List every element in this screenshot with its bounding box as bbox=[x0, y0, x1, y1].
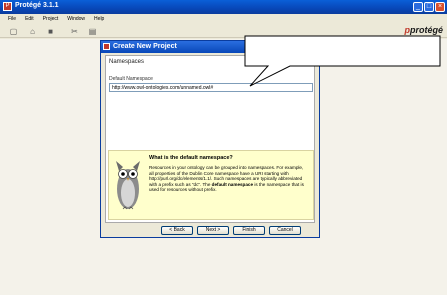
namespace-label: Default Namespace bbox=[109, 76, 153, 82]
menu-bar: File Edit Project Window Help bbox=[0, 14, 447, 24]
toolbar: ▢ ⌂ ■ ✂ ▤ bbox=[0, 24, 447, 38]
new-project-icon[interactable]: ▢ bbox=[9, 27, 18, 36]
help-bold-term: default namespace bbox=[211, 181, 254, 187]
protege-app-icon[interactable]: P bbox=[3, 2, 12, 11]
menu-help[interactable]: Help bbox=[94, 14, 104, 24]
app-titlebar: P Protégé 3.1.1 _ □ × bbox=[0, 0, 447, 14]
help-title: What is the default namespace? bbox=[149, 155, 233, 161]
create-project-dialog: Create New Project Namespaces Default Na… bbox=[100, 40, 320, 238]
dialog-buttons: < Back Next > Finish Cancel bbox=[161, 226, 301, 235]
close-button[interactable]: × bbox=[435, 2, 445, 12]
open-project-icon[interactable]: ⌂ bbox=[28, 27, 37, 36]
dialog-body: Namespaces Default Namespace What is the… bbox=[105, 55, 315, 223]
save-icon[interactable]: ■ bbox=[46, 27, 55, 36]
owl-icon bbox=[116, 161, 140, 210]
window-controls: _ □ × bbox=[413, 2, 445, 12]
window-title: Protégé 3.1.1 bbox=[15, 2, 59, 9]
cut-icon[interactable]: ✂ bbox=[70, 27, 79, 36]
help-text: Resources in your ontology can be groupe… bbox=[149, 165, 304, 193]
finish-button[interactable]: Finish bbox=[233, 226, 265, 235]
copy-icon[interactable]: ▤ bbox=[88, 27, 97, 36]
section-title: Namespaces bbox=[109, 59, 145, 65]
cancel-button[interactable]: Cancel bbox=[269, 226, 301, 235]
help-panel: What is the default namespace? Resources… bbox=[108, 150, 314, 220]
namespace-input[interactable] bbox=[109, 83, 313, 92]
maximize-button[interactable]: □ bbox=[424, 2, 434, 12]
menu-project[interactable]: Project bbox=[43, 14, 59, 24]
menu-window[interactable]: Window bbox=[67, 14, 85, 24]
minimize-button[interactable]: _ bbox=[413, 2, 423, 12]
next-button[interactable]: Next > bbox=[197, 226, 229, 235]
protege-logo: pprotégé bbox=[404, 25, 443, 35]
dialog-icon bbox=[103, 43, 110, 50]
dialog-title: Create New Project bbox=[113, 43, 177, 50]
back-button[interactable]: < Back bbox=[161, 226, 193, 235]
menu-edit[interactable]: Edit bbox=[25, 14, 34, 24]
menu-file[interactable]: File bbox=[8, 14, 16, 24]
dialog-titlebar: Create New Project bbox=[101, 41, 319, 53]
